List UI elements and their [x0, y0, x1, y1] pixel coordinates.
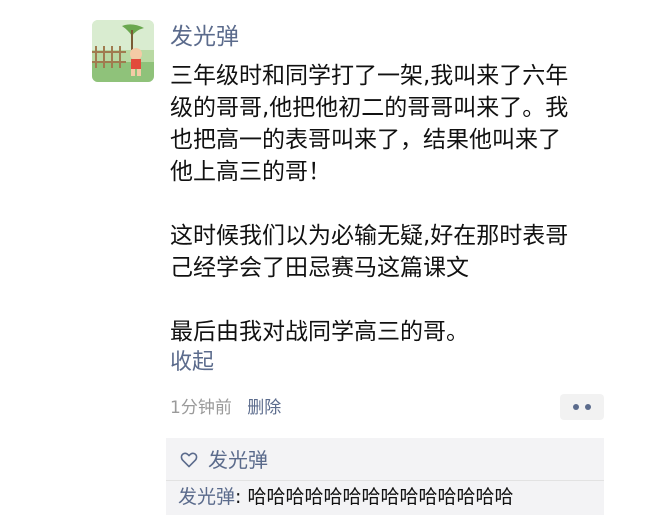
more-dots-icon: [585, 404, 591, 410]
more-button[interactable]: [560, 394, 604, 420]
post-paragraph: 三年级时和同学打了一架,我叫来了六年 级的哥哥,他把他初二的哥哥叫来了。我 也把…: [170, 63, 569, 185]
more-dots-icon: [573, 404, 579, 410]
post-time: 1分钟前: [170, 398, 232, 418]
avatar[interactable]: [92, 20, 154, 82]
post-content: 三年级时和同学打了一架,我叫来了六年 级的哥哥,他把他初二的哥哥叫来了。我 也把…: [170, 60, 610, 348]
comment-separator: :: [235, 486, 248, 508]
post-meta: 1分钟前 删除: [170, 396, 281, 420]
post-author[interactable]: 发光弹: [170, 22, 239, 52]
likes-row: 发光弹: [180, 446, 268, 474]
divider: [166, 480, 604, 481]
post-paragraph: 最后由我对战同学高三的哥。: [170, 319, 469, 345]
comment-item[interactable]: 发光弹: 哈哈哈哈哈哈哈哈哈哈哈哈哈哈: [178, 483, 513, 511]
comment-text: 哈哈哈哈哈哈哈哈哈哈哈哈哈哈: [247, 486, 514, 508]
cartoon-boy-avatar-image: [92, 20, 154, 82]
post-paragraph: 这时候我们以为必输无疑,好在那时表哥 己经学会了田忌赛马这篇课文: [170, 223, 569, 281]
like-user-name[interactable]: 发光弹: [208, 446, 268, 474]
interaction-panel: 发光弹 发光弹: 哈哈哈哈哈哈哈哈哈哈哈哈哈哈: [166, 438, 604, 515]
delete-link[interactable]: 删除: [247, 398, 281, 418]
comment-author[interactable]: 发光弹: [178, 486, 235, 508]
collapse-link[interactable]: 收起: [170, 348, 214, 378]
heart-icon: [180, 452, 198, 468]
